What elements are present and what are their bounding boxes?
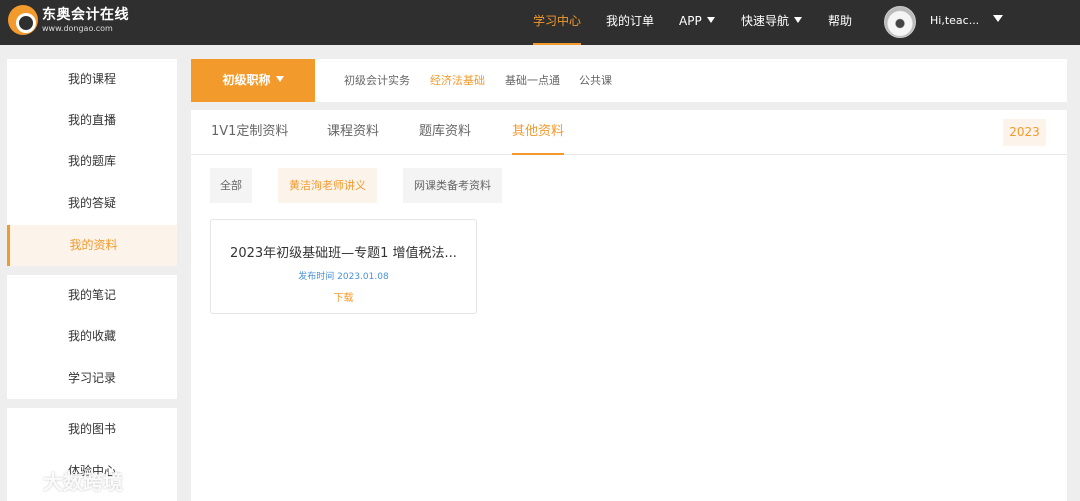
tab-1v1-custom[interactable]: 1V1定制资料 xyxy=(211,110,288,155)
sidebar-group-1: 我的课程 我的直播 我的题库 我的答疑 我的资料 xyxy=(7,59,177,266)
tab-course-materials[interactable]: 课程资料 xyxy=(327,110,379,155)
filter-online-prep-materials[interactable]: 网课类备考资料 xyxy=(403,168,502,203)
top-navigation-bar: 东奥会计在线 www.dongao.com 学习中心 我的订单 APP 快速导航… xyxy=(0,0,1080,45)
nav-help[interactable]: 帮助 xyxy=(828,0,852,45)
materials-panel: 1V1定制资料 课程资料 题库资料 其他资料 2023 全部 黄洁洵老师讲义 网… xyxy=(191,110,1067,501)
sidebar-item-my-books[interactable]: 我的图书 xyxy=(7,409,177,450)
sidebar-group-2: 我的笔记 我的收藏 学习记录 xyxy=(7,275,177,399)
filter-all[interactable]: 全部 xyxy=(210,168,252,203)
tab-other-materials[interactable]: 其他资料 xyxy=(512,110,565,155)
watermark: 大数跨境 xyxy=(9,466,123,495)
material-card: 2023年初级基础班—专题1 增值税法... 发布时间 2023.01.08 下… xyxy=(210,219,477,314)
username[interactable]: Hi,teac... xyxy=(930,0,979,45)
sidebar-item-study-history[interactable]: 学习记录 xyxy=(7,358,177,399)
user-menu-chevron-down-icon[interactable] xyxy=(993,15,1003,22)
download-link[interactable]: 下载 xyxy=(211,289,476,304)
material-title[interactable]: 2023年初级基础班—专题1 增值税法... xyxy=(211,242,476,261)
materials-tabs: 1V1定制资料 课程资料 题库资料 其他资料 2023 xyxy=(191,110,1067,155)
subject-accounting-practice[interactable]: 初级会计实务 xyxy=(344,59,410,102)
watermark-logo-icon xyxy=(9,469,37,492)
nav-my-orders[interactable]: 我的订单 xyxy=(606,0,654,45)
sidebar-item-my-live[interactable]: 我的直播 xyxy=(7,100,177,141)
logo-url: www.dongao.com xyxy=(42,23,113,33)
sidebar-item-my-qa[interactable]: 我的答疑 xyxy=(7,183,177,224)
subject-public-course[interactable]: 公共课 xyxy=(579,59,612,102)
logo-name: 东奥会计在线 xyxy=(42,6,129,23)
site-logo[interactable]: 东奥会计在线 www.dongao.com xyxy=(8,5,129,35)
material-publish-date: 发布时间 2023.01.08 xyxy=(298,272,389,282)
category-bar: 初级职称 初级会计实务 经济法基础 基础一点通 公共课 xyxy=(191,59,1067,102)
chevron-down-icon xyxy=(706,17,715,23)
nav-quick-navigation[interactable]: 快速导航 xyxy=(741,0,803,45)
nav-learning-center[interactable]: 学习中心 xyxy=(533,0,582,45)
sidebar-item-my-question-bank[interactable]: 我的题库 xyxy=(7,141,177,182)
sidebar-item-my-notes[interactable]: 我的笔记 xyxy=(7,275,177,316)
filter-teacher-handout[interactable]: 黄洁洵老师讲义 xyxy=(278,168,377,203)
sidebar-item-my-courses[interactable]: 我的课程 xyxy=(7,59,177,100)
watermark-text: 大数跨境 xyxy=(43,470,123,494)
exam-level-dropdown[interactable]: 初级职称 xyxy=(191,59,315,102)
chevron-down-icon xyxy=(275,76,284,82)
logo-icon xyxy=(8,5,38,35)
tab-question-bank-materials[interactable]: 题库资料 xyxy=(419,110,471,155)
chevron-down-icon xyxy=(794,17,803,23)
nav-app[interactable]: APP xyxy=(679,0,715,45)
sidebar-item-my-materials[interactable]: 我的资料 xyxy=(7,225,177,266)
subject-basics-overview[interactable]: 基础一点通 xyxy=(505,59,560,102)
subject-economic-law[interactable]: 经济法基础 xyxy=(430,59,485,102)
sidebar-item-my-favorites[interactable]: 我的收藏 xyxy=(7,316,177,357)
year-selector[interactable]: 2023 xyxy=(1003,119,1046,146)
avatar[interactable] xyxy=(884,6,916,38)
